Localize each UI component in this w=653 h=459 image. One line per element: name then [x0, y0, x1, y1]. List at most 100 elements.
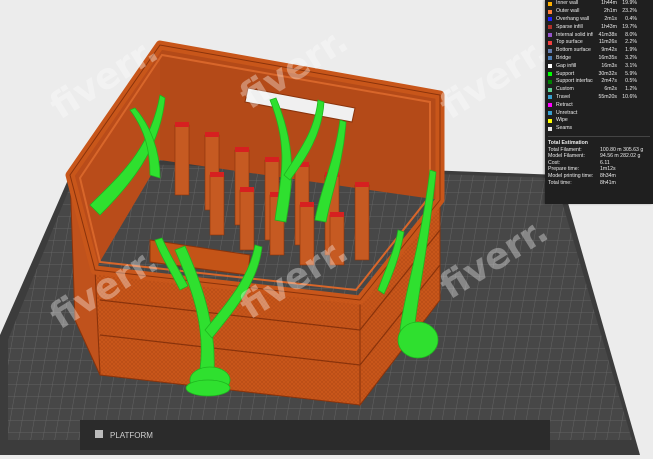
legend-swatch: [548, 95, 552, 100]
legend-feature-name: Bottom surface: [556, 47, 591, 54]
legend-feature-percent: 0.4%: [625, 15, 637, 22]
legend-row[interactable]: Wipe: [545, 117, 653, 125]
feature-type-list: Inner wall 1h44m 19.9% Outer wall 2h1m 23.2% O…: [545, 0, 653, 133]
legend-feature-time: 6m2s: [604, 86, 617, 93]
legend-feature-name: Support interface: [556, 78, 593, 85]
legend-feature-time: 2m47s: [601, 78, 617, 85]
legend-swatch: [548, 111, 552, 116]
legend-feature-name: Wipe: [556, 117, 568, 124]
legend-feature-time: 2m1s: [604, 15, 617, 22]
legend-swatch: [548, 1, 552, 6]
legend-feature-percent: 3.1%: [625, 62, 637, 69]
legend-divider: [548, 135, 650, 137]
legend-swatch: [548, 103, 552, 108]
legend-feature-time: 16m35s: [598, 54, 617, 61]
legend-row[interactable]: Sparse infill 1h43m 19.7%: [545, 23, 653, 31]
legend-row[interactable]: Support 30m32s 5.9%: [545, 70, 653, 78]
estimation-row: Cost: 6.11: [545, 160, 653, 167]
legend-swatch: [548, 118, 552, 123]
legend-row[interactable]: Internal solid infill 41m38s 8.0%: [545, 31, 653, 39]
estimation-list: Total Filament: 100.80 m 305.63 g Model Fi…: [545, 147, 653, 187]
legend-row[interactable]: Unretract: [545, 109, 653, 117]
legend-swatch: [548, 25, 552, 30]
legend-feature-percent: 2.2%: [625, 39, 637, 46]
legend-row[interactable]: Top surface 11m26s 2.2%: [545, 39, 653, 47]
estimation-label: Total Filament:: [548, 146, 582, 153]
legend-swatch: [548, 48, 552, 53]
watermark-text: fiverr.: [433, 30, 555, 128]
estimation-row: Model printing time: 8h34m: [545, 173, 653, 180]
legend-row[interactable]: Support interface 2m47s 0.5%: [545, 78, 653, 86]
legend-feature-name: Inner wall: [556, 0, 579, 7]
estimation-row: Total Filament: 100.80 m 305.63 g: [545, 147, 653, 154]
legend-swatch: [548, 9, 552, 14]
estimation-label: Cost:: [548, 159, 561, 166]
legend-feature-name: Top surface: [556, 39, 583, 46]
legend-feature-percent: 23.2%: [622, 8, 637, 15]
legend-feature-name: Custom: [556, 86, 574, 93]
legend-row[interactable]: Retract: [545, 101, 653, 109]
estimation-label: Total time:: [548, 179, 572, 186]
legend-feature-name: Unretract: [556, 109, 578, 116]
estimation-row: Total time: 8h41m: [545, 180, 653, 187]
estimation-label: Model Filament:: [548, 153, 585, 160]
legend-swatch: [548, 126, 552, 131]
legend-swatch: [548, 64, 552, 69]
legend-row[interactable]: Overhang wall 2m1s 0.4%: [545, 16, 653, 24]
legend-feature-time: 30m32s: [598, 70, 617, 77]
legend-feature-name: Internal solid infill: [556, 31, 593, 38]
legend-feature-time: 9m42s: [601, 47, 617, 54]
legend-feature-percent: 1.2%: [625, 86, 637, 93]
legend-feature-percent: 5.9%: [625, 70, 637, 77]
estimation-value: 8h34m: [600, 172, 616, 179]
legend-feature-name: Seams: [556, 125, 573, 132]
legend-row[interactable]: Travel 55m20s 10.6%: [545, 94, 653, 102]
legend-swatch: [548, 17, 552, 22]
platform-logo-icon: [95, 430, 103, 438]
legend-feature-name: Sparse infill: [556, 23, 583, 30]
estimation-value: 100.80 m 305.63 g: [600, 146, 644, 153]
legend-feature-percent: 0.5%: [625, 78, 637, 85]
legend-row[interactable]: Custom 6m2s 1.2%: [545, 86, 653, 94]
legend-feature-name: Gap infill: [556, 62, 577, 69]
legend-row[interactable]: Seams: [545, 125, 653, 133]
legend-feature-time: 41m38s: [598, 31, 617, 38]
legend-feature-percent: 19.7%: [622, 23, 637, 30]
legend-swatch: [548, 87, 552, 92]
estimation-value: 1m12s: [600, 166, 616, 173]
legend-row[interactable]: Gap infill 16m3s 3.1%: [545, 62, 653, 70]
legend-row[interactable]: Outer wall 2h1m 23.2%: [545, 8, 653, 16]
estimation-label: Prepare time:: [548, 166, 580, 173]
estimation-label: Model printing time:: [548, 172, 594, 179]
estimation-row: Prepare time: 1m12s: [545, 166, 653, 173]
estimation-title: Total Estimation: [548, 139, 588, 146]
legend-feature-time: 1h43m: [601, 23, 617, 30]
estimation-value: 6.11: [600, 159, 610, 166]
legend-feature-name: Travel: [556, 93, 571, 100]
legend-feature-percent: 10.6%: [622, 93, 637, 100]
legend-feature-time: 2h1m: [604, 8, 617, 15]
legend-row[interactable]: Bottom surface 9m42s 1.9%: [545, 47, 653, 55]
bed-label: PLATFORM: [110, 431, 153, 440]
legend-feature-time: 11m26s: [598, 39, 617, 46]
legend-feature-name: Support: [556, 70, 575, 77]
legend-feature-percent: 3.2%: [625, 54, 637, 61]
legend-feature-time: 55m20s: [598, 93, 617, 100]
legend-swatch: [548, 72, 552, 77]
legend-swatch: [548, 56, 552, 61]
legend-feature-name: Bridge: [556, 54, 571, 61]
legend-feature-time: 16m3s: [601, 62, 617, 69]
estimation-value: 94.56 m 282.02 g: [600, 153, 641, 160]
legend-feature-percent: 1.9%: [625, 47, 637, 54]
legend-swatch: [548, 79, 552, 84]
legend-feature-name: Outer wall: [556, 8, 580, 15]
legend-feature-time: 1h44m: [601, 0, 617, 7]
legend-swatch: [548, 40, 552, 45]
legend-feature-percent: 19.9%: [622, 0, 637, 7]
legend-row[interactable]: Inner wall 1h44m 19.9%: [545, 0, 653, 8]
legend-row[interactable]: Bridge 16m35s 3.2%: [545, 55, 653, 63]
gcode-legend-panel: Inner wall 1h44m 19.9% Outer wall 2h1m 23.2% O…: [545, 0, 653, 204]
legend-feature-percent: 8.0%: [625, 31, 637, 38]
estimation-row: Model Filament: 94.56 m 282.02 g: [545, 153, 653, 160]
legend-feature-name: Overhang wall: [556, 15, 590, 22]
